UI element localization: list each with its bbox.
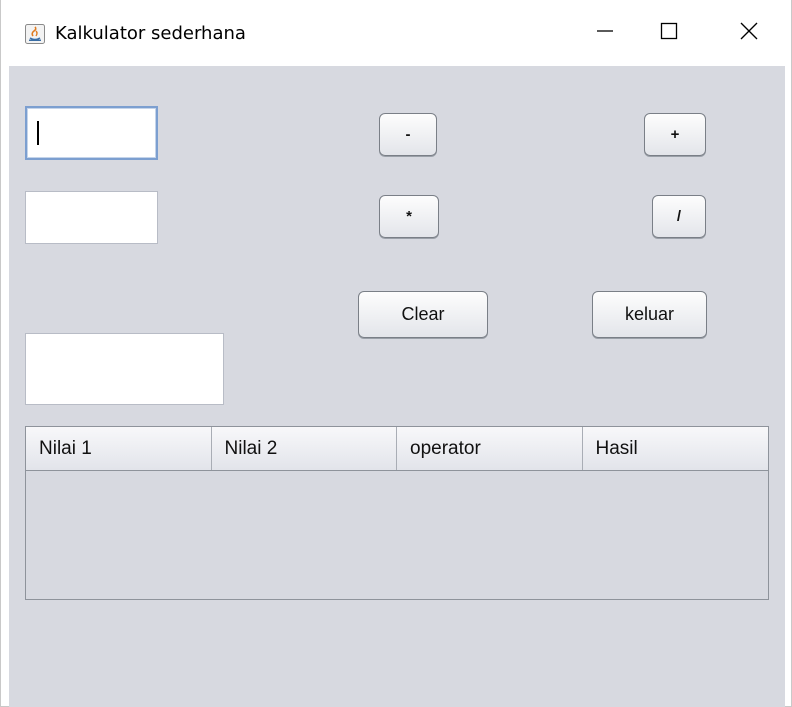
minimize-icon <box>595 21 615 45</box>
column-header-nilai2[interactable]: Nilai 2 <box>212 427 397 470</box>
close-icon <box>739 21 759 45</box>
plus-button[interactable]: + <box>644 113 706 156</box>
maximize-button[interactable] <box>633 0 705 66</box>
content-panel: - + * / Clear keluar Nilai 1 Nilai 2 ope… <box>9 66 785 707</box>
column-header-nilai1[interactable]: Nilai 1 <box>26 427 212 470</box>
minus-button[interactable]: - <box>379 113 437 156</box>
window-title: Kalkulator sederhana <box>55 23 246 44</box>
minimize-button[interactable] <box>569 0 641 66</box>
multiply-button[interactable]: * <box>379 195 439 238</box>
column-header-hasil[interactable]: Hasil <box>583 427 769 470</box>
title-bar[interactable]: Kalkulator sederhana <box>1 0 791 66</box>
nilai2-input[interactable] <box>25 191 158 244</box>
divide-button[interactable]: / <box>652 195 706 238</box>
history-table[interactable]: Nilai 1 Nilai 2 operator Hasil <box>25 426 769 600</box>
table-header: Nilai 1 Nilai 2 operator Hasil <box>26 427 768 471</box>
maximize-icon <box>659 21 679 45</box>
clear-button[interactable]: Clear <box>358 291 488 338</box>
column-header-operator[interactable]: operator <box>397 427 583 470</box>
hasil-field[interactable] <box>25 333 224 405</box>
text-caret <box>37 121 39 145</box>
java-icon <box>25 24 45 44</box>
calculator-window: Kalkulator sederhana - + * / Clear kelua… <box>0 0 792 707</box>
keluar-button[interactable]: keluar <box>592 291 707 338</box>
close-button[interactable] <box>713 0 785 66</box>
table-body[interactable] <box>26 471 768 599</box>
nilai1-input[interactable] <box>25 106 158 160</box>
